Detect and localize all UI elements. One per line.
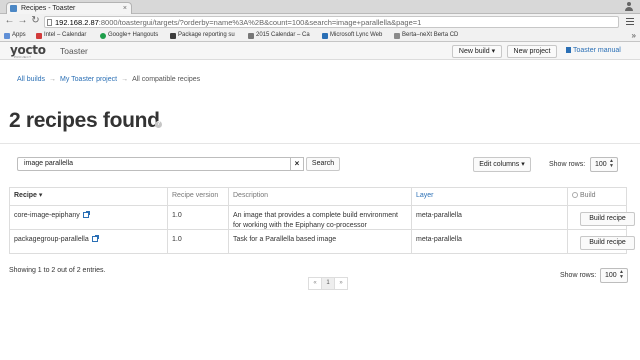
bookmark-berta[interactable]: Berta–neXt Berta CD [394,30,466,41]
external-link-icon[interactable] [91,235,99,242]
back-icon[interactable]: ← [4,16,15,27]
header-layer[interactable]: Layer [411,188,567,205]
clear-search-button[interactable]: × [291,157,304,171]
new-project-button[interactable]: New project [507,45,557,58]
description-cell: Task for a Parallella based image [228,230,411,253]
breadcrumb-current: All compatible recipes [132,76,201,83]
select-arrows-icon: ▲ ▼ [609,158,614,169]
url-input[interactable]: 192.168.2.87:8000/toastergui/targets/?or… [44,16,619,28]
bookmark-hangouts[interactable]: Google+ Hangouts [100,30,166,41]
help-icon[interactable]: ? [155,121,162,128]
pagination-page[interactable]: 1 [321,277,335,290]
reload-icon[interactable]: ↻ [30,16,41,27]
select-arrows-icon: ▲ ▼ [619,269,624,280]
recipes-table: Recipe ▾ Recipe version Description Laye… [9,187,635,254]
browser-tab[interactable]: Recipes - Toaster × [6,2,132,14]
page-icon [47,19,52,26]
show-rows-select[interactable]: 100 ▲ ▼ [590,157,618,172]
pagination: « 1 » [308,277,348,290]
pagination-prev[interactable]: « [308,277,322,290]
browser-tabbar: Recipes - Toaster × [0,0,640,14]
divider [0,143,640,144]
bookmark-lync[interactable]: Microsoft Lync Web [322,30,388,41]
version-cell: 1.0 [167,230,228,253]
external-link-icon[interactable] [82,211,90,218]
address-bar-row: ← → ↻ 192.168.2.87:8000/toastergui/targe… [0,14,640,30]
breadcrumb-all-builds[interactable]: All builds [17,76,45,83]
apps-icon [4,33,10,39]
book-icon [566,47,571,53]
search-button[interactable]: Search [306,157,340,171]
recipe-cell: packagegroup-parallella [10,230,167,253]
header-recipe-version[interactable]: Recipe version [167,188,228,205]
show-rows-label: Show rows: [560,272,597,279]
document-icon [394,33,400,39]
table-row: core-image-epiphany 1.0 An image that pr… [10,205,635,229]
new-build-button[interactable]: New build ▾ [452,45,502,58]
build-recipe-button[interactable]: Build recipe [580,212,635,226]
edit-columns-button[interactable]: Edit columns ▾ [473,157,531,172]
header-description[interactable]: Description [228,188,411,205]
forward-icon[interactable]: → [17,16,28,27]
header-recipe[interactable]: Recipe ▾ [10,188,167,205]
show-rows-label: Show rows: [549,161,586,168]
breadcrumb: All builds → My Toaster project → All compat… [17,76,200,83]
yocto-logo-subtitle: PROJECT [14,55,32,59]
layer-cell: meta-parallella [411,206,567,229]
profile-icon[interactable] [624,2,634,12]
description-cell: An image that provides a complete build … [228,206,411,229]
calendar-icon [36,33,42,39]
close-tab-icon[interactable]: × [123,3,127,14]
url-host: 192.168.2.87 [55,18,99,27]
bookmarks-overflow-icon[interactable]: » [632,30,636,41]
app-title[interactable]: Toaster [60,46,88,56]
toaster-manual-link[interactable]: Toaster manual [566,47,621,54]
table-header-row: Recipe ▾ Recipe version Description Laye… [10,188,626,205]
recipe-link[interactable]: core-image-epiphany [14,212,80,219]
pagination-next[interactable]: » [334,277,348,290]
recipe-cell: core-image-epiphany [10,206,167,229]
bookmarks-bar: Apps Intel – Calendar Google+ Hangouts P… [0,30,640,42]
bookmark-package-reporting[interactable]: Package reporting su [170,30,250,41]
layer-cell: meta-parallella [411,230,567,253]
breadcrumb-separator: → [121,76,129,83]
toaster-navbar: yocto PROJECT Toaster New build ▾ New pr… [0,42,640,60]
package-icon [170,33,176,39]
url-path: :8000/toastergui/targets/?orderby=name%3… [98,18,422,27]
page-title: 2 recipes found [9,109,160,132]
show-rows-select[interactable]: 100 ▲ ▼ [600,268,628,283]
tab-title: Recipes - Toaster [21,5,76,12]
bookmark-apps[interactable]: Apps [4,30,34,41]
document-icon [248,33,254,39]
table-row: packagegroup-parallella 1.0 Task for a P… [10,229,635,253]
header-build: Build [567,188,628,205]
entries-summary: Showing 1 to 2 out of 2 entries. [9,267,106,274]
browser-menu-icon[interactable] [626,18,634,25]
breadcrumb-separator: → [49,76,57,83]
lync-icon [322,33,328,39]
breadcrumb-project[interactable]: My Toaster project [60,76,117,83]
build-cell: Build recipe [567,230,635,253]
recipe-link[interactable]: packagegroup-parallella [14,236,89,243]
build-cell: Build recipe [567,206,635,229]
bookmark-intel-calendar[interactable]: Intel – Calendar [36,30,94,41]
version-cell: 1.0 [167,206,228,229]
bookmark-2015-calendar[interactable]: 2015 Calendar – Ca [248,30,318,41]
hangouts-icon [100,33,106,39]
gear-icon [572,192,578,198]
favicon-icon [10,5,17,12]
search-input[interactable]: image parallella [17,157,291,171]
build-recipe-button[interactable]: Build recipe [580,236,635,250]
